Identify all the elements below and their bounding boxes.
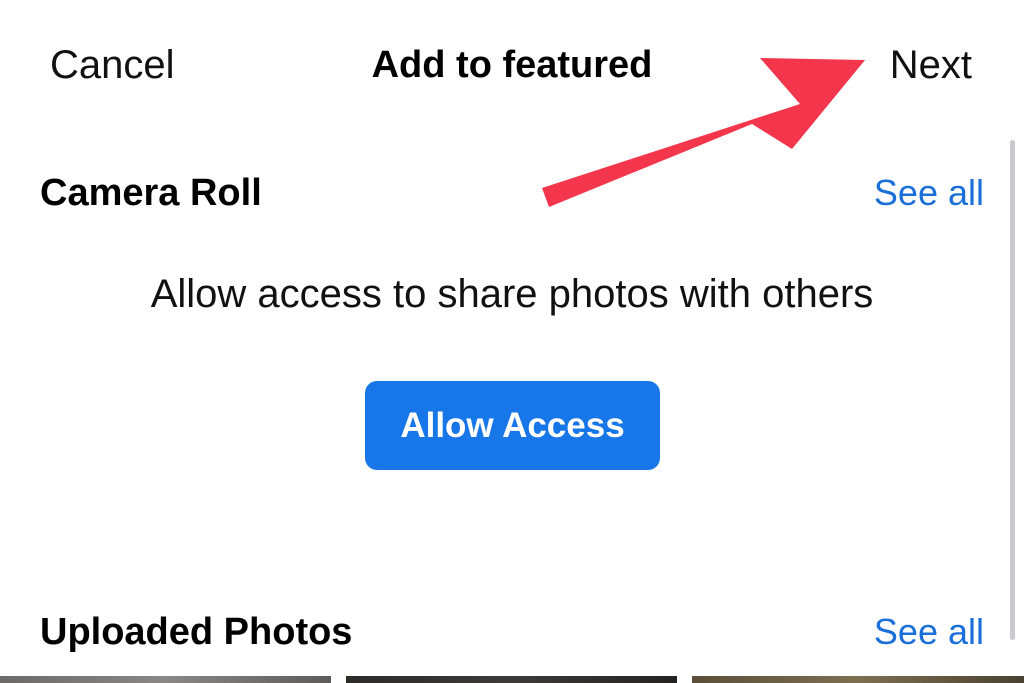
access-message: Allow access to share photos with others	[150, 272, 874, 316]
camera-roll-title: Camera Roll	[40, 172, 262, 214]
next-button[interactable]: Next	[890, 38, 972, 92]
cancel-button[interactable]: Cancel	[50, 38, 175, 92]
photo-thumbnail[interactable]	[692, 676, 1024, 683]
uploaded-photos-strip	[0, 676, 1024, 683]
uploaded-photos-see-all-link[interactable]: See all	[874, 602, 984, 662]
photo-thumbnail[interactable]	[0, 676, 331, 683]
camera-roll-see-all-link[interactable]: See all	[874, 163, 984, 223]
navigation-bar: Cancel Add to featured Next	[0, 0, 1024, 130]
uploaded-photos-header: Uploaded Photos See all	[0, 602, 1024, 662]
photo-thumbnail[interactable]	[346, 676, 677, 683]
camera-roll-header: Camera Roll See all	[0, 163, 1024, 223]
uploaded-photos-title: Uploaded Photos	[40, 611, 353, 653]
allow-access-button[interactable]: Allow Access	[365, 381, 660, 470]
